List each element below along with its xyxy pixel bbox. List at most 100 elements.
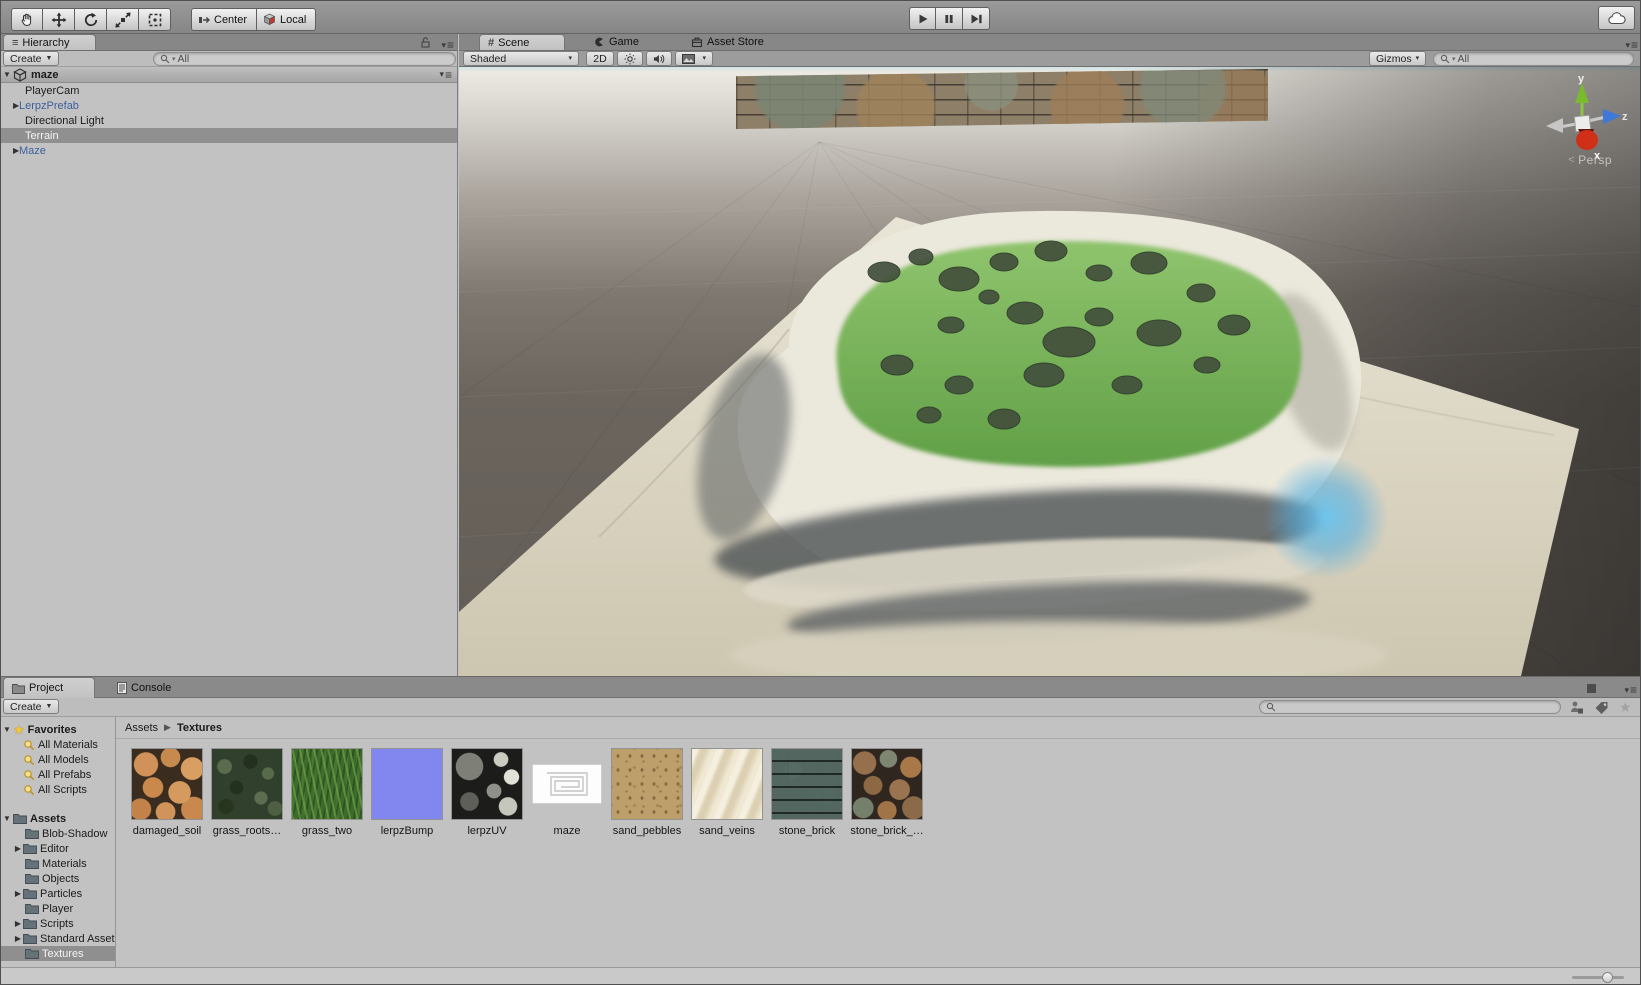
favorites-item-all-models[interactable]: All Models (1, 752, 115, 767)
tab-hierarchy[interactable]: ≡ Hierarchy (3, 34, 96, 50)
hierarchy-item-terrain[interactable]: Terrain (1, 128, 457, 143)
tab-game[interactable]: Game (585, 34, 647, 50)
scene-menu-icon[interactable]: ▾≡ (439, 68, 451, 82)
project-tab-row: Project Console ▾≡ (1, 676, 1641, 698)
asset-stone-brick-2[interactable]: stone_brick_… (847, 749, 927, 837)
folder-row-player[interactable]: Player (1, 901, 115, 916)
foldout-closed-icon[interactable]: ▶ (1, 101, 13, 110)
axis-y-cone[interactable] (1575, 83, 1589, 103)
asset-sand-veins[interactable]: sand_veins (687, 749, 767, 837)
gizmos-dropdown[interactable]: Gizmos ▾ (1369, 51, 1426, 66)
lock-icon[interactable] (420, 37, 431, 48)
audio-toggle-button[interactable] (646, 51, 672, 66)
pivot-toggle-group: Center Local (191, 8, 316, 31)
folder-row-textures[interactable]: Textures (1, 946, 115, 961)
favorites-item-all-prefabs[interactable]: All Prefabs (1, 767, 115, 782)
hierarchy-create-button[interactable]: Create ▼ (3, 51, 59, 66)
favorites-item-all-materials[interactable]: All Materials (1, 737, 115, 752)
project-create-button[interactable]: Create ▼ (3, 699, 59, 714)
asset-stone-brick[interactable]: stone_brick (767, 749, 847, 837)
lock-icon[interactable] (1587, 684, 1596, 693)
search-query-icon (23, 739, 35, 751)
folder-row-materials[interactable]: Materials (1, 856, 115, 871)
axis-back-cone[interactable] (1546, 118, 1563, 133)
breadcrumb-root[interactable]: Assets (125, 722, 158, 734)
cloud-button[interactable] (1598, 6, 1635, 30)
chevron-down-icon: ▾ (702, 55, 706, 62)
foldout-closed-icon[interactable]: ▶ (13, 919, 23, 928)
effects-dropdown[interactable]: ▾ (675, 51, 713, 66)
asset-lerpzuv[interactable]: lerpzUV (447, 749, 527, 837)
pause-button[interactable] (936, 7, 963, 30)
asset-grass-roots[interactable]: grass_roots… (207, 749, 287, 837)
pivot-local-button[interactable]: Local (257, 8, 316, 31)
label-icon[interactable] (1594, 700, 1609, 715)
hierarchy-search-input[interactable]: ▾ All (153, 52, 456, 66)
pivot-center-button[interactable]: Center (191, 8, 257, 31)
thumbnail-size-slider[interactable] (1572, 976, 1624, 979)
hierarchy-tab-row: ≡ Hierarchy ▾≡ (1, 34, 457, 51)
asset-lerpzbump[interactable]: lerpzBump (367, 749, 447, 837)
folder-row-scripts[interactable]: ▶ Scripts (1, 916, 115, 931)
slider-handle[interactable] (1602, 972, 1613, 983)
search-by-type-icon[interactable] (1569, 700, 1584, 715)
tab-scene[interactable]: # Scene (479, 34, 565, 50)
folder-row-particles[interactable]: ▶ Particles (1, 886, 115, 901)
cloud-icon (1608, 12, 1626, 25)
assets-root-row[interactable]: ▼ Assets (1, 811, 115, 826)
rect-tool-button[interactable] (139, 8, 171, 31)
axis-x-cone[interactable] (1576, 130, 1598, 150)
folder-row-blob-shadow[interactable]: Blob-Shadow (1, 826, 115, 841)
blue-glow-effect (1264, 455, 1388, 579)
folder-row-standard-assets[interactable]: ▶ Standard Assets (1, 931, 115, 946)
hierarchy-item-playercam[interactable]: PlayerCam (1, 83, 457, 98)
gizmos-label: Gizmos (1376, 53, 1412, 65)
game-tab-label: Game (609, 36, 639, 48)
panel-menu-icon[interactable]: ▾≡ (1625, 38, 1637, 52)
step-button[interactable] (963, 7, 990, 30)
asset-damaged-soil[interactable]: damaged_soil (127, 749, 207, 837)
search-icon (1440, 54, 1450, 64)
panel-menu-icon[interactable]: ▾≡ (441, 38, 453, 52)
scale-tool-button[interactable] (107, 8, 139, 31)
tab-asset-store[interactable]: Asset Store (683, 34, 772, 50)
folder-row-objects[interactable]: Objects (1, 871, 115, 886)
star-icon[interactable]: ★ (1619, 699, 1632, 716)
step-icon (970, 13, 983, 25)
texture-thumbnail (532, 749, 602, 819)
projection-mode-toggle[interactable]: < Persp (1568, 153, 1612, 167)
foldout-closed-icon[interactable]: ▶ (13, 844, 23, 853)
hand-tool-button[interactable] (11, 8, 43, 31)
scene-header-row[interactable]: ▼ maze ▾≡ (1, 67, 457, 83)
hierarchy-item-maze[interactable]: ▶ Maze (1, 143, 457, 158)
folder-row-editor[interactable]: ▶ Editor (1, 841, 115, 856)
tab-console[interactable]: Console (109, 677, 179, 698)
play-button[interactable] (909, 7, 936, 30)
hierarchy-item-lerpzprefab[interactable]: ▶ LerpzPrefab (1, 98, 457, 113)
search-icon (1266, 702, 1276, 712)
foldout-closed-icon[interactable]: ▶ (13, 889, 23, 898)
asset-grass-two[interactable]: grass_two (287, 749, 367, 837)
tab-project[interactable]: Project (3, 677, 95, 698)
project-search-input[interactable] (1259, 700, 1561, 714)
breadcrumb-current[interactable]: Textures (177, 722, 222, 734)
rotate-tool-button[interactable] (75, 8, 107, 31)
scene-viewport[interactable]: y z x < Persp (459, 67, 1641, 676)
panel-menu-icon[interactable]: ▾≡ (1624, 683, 1636, 697)
asset-maze[interactable]: maze (527, 749, 607, 837)
move-tool-button[interactable] (43, 8, 75, 31)
axis-z-cone[interactable] (1603, 109, 1621, 124)
2d-toggle-button[interactable]: 2D (586, 51, 614, 66)
favorites-header[interactable]: ▼ ★ Favorites (1, 722, 115, 737)
foldout-closed-icon[interactable]: ▶ (13, 934, 23, 943)
chevron-down-icon: ▾ (1416, 55, 1420, 62)
favorites-item-all-scripts[interactable]: All Scripts (1, 782, 115, 797)
shading-mode-dropdown[interactable]: Shaded ▾ (463, 51, 579, 66)
lighting-toggle-button[interactable] (617, 51, 643, 66)
foldout-closed-icon[interactable]: ▶ (1, 146, 13, 155)
asset-sand-pebbles[interactable]: sand_pebbles (607, 749, 687, 837)
pause-icon (943, 13, 955, 25)
hierarchy-item-directional-light[interactable]: Directional Light (1, 113, 457, 128)
axis-z-label: z (1622, 111, 1628, 123)
scene-search-input[interactable]: ▾ All (1433, 52, 1634, 66)
